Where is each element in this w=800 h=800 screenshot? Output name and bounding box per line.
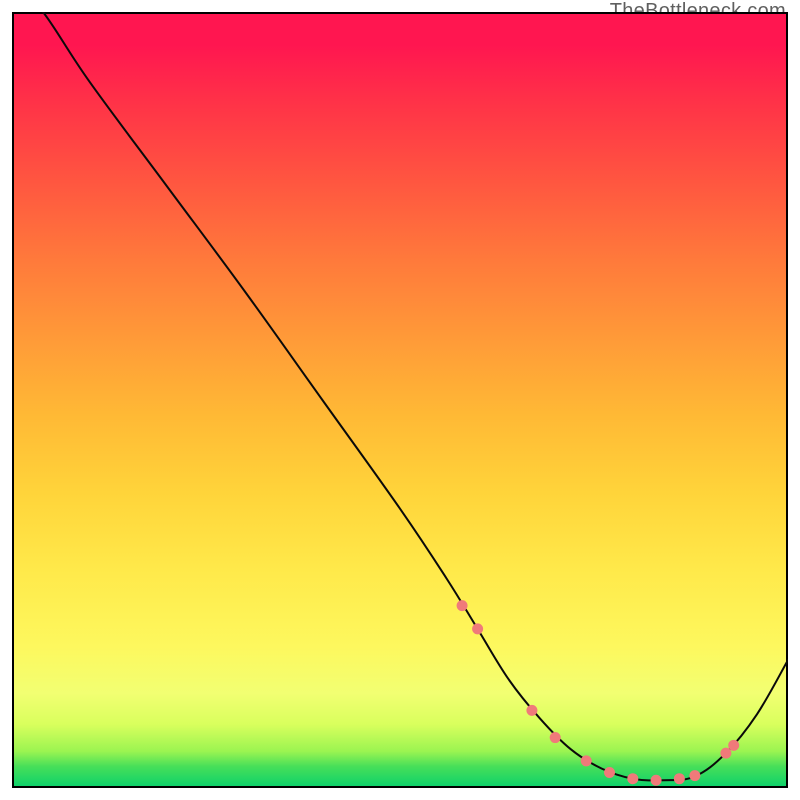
chart-plot-area [12,12,788,788]
chart-stage: TheBottleneck.com [0,0,800,800]
